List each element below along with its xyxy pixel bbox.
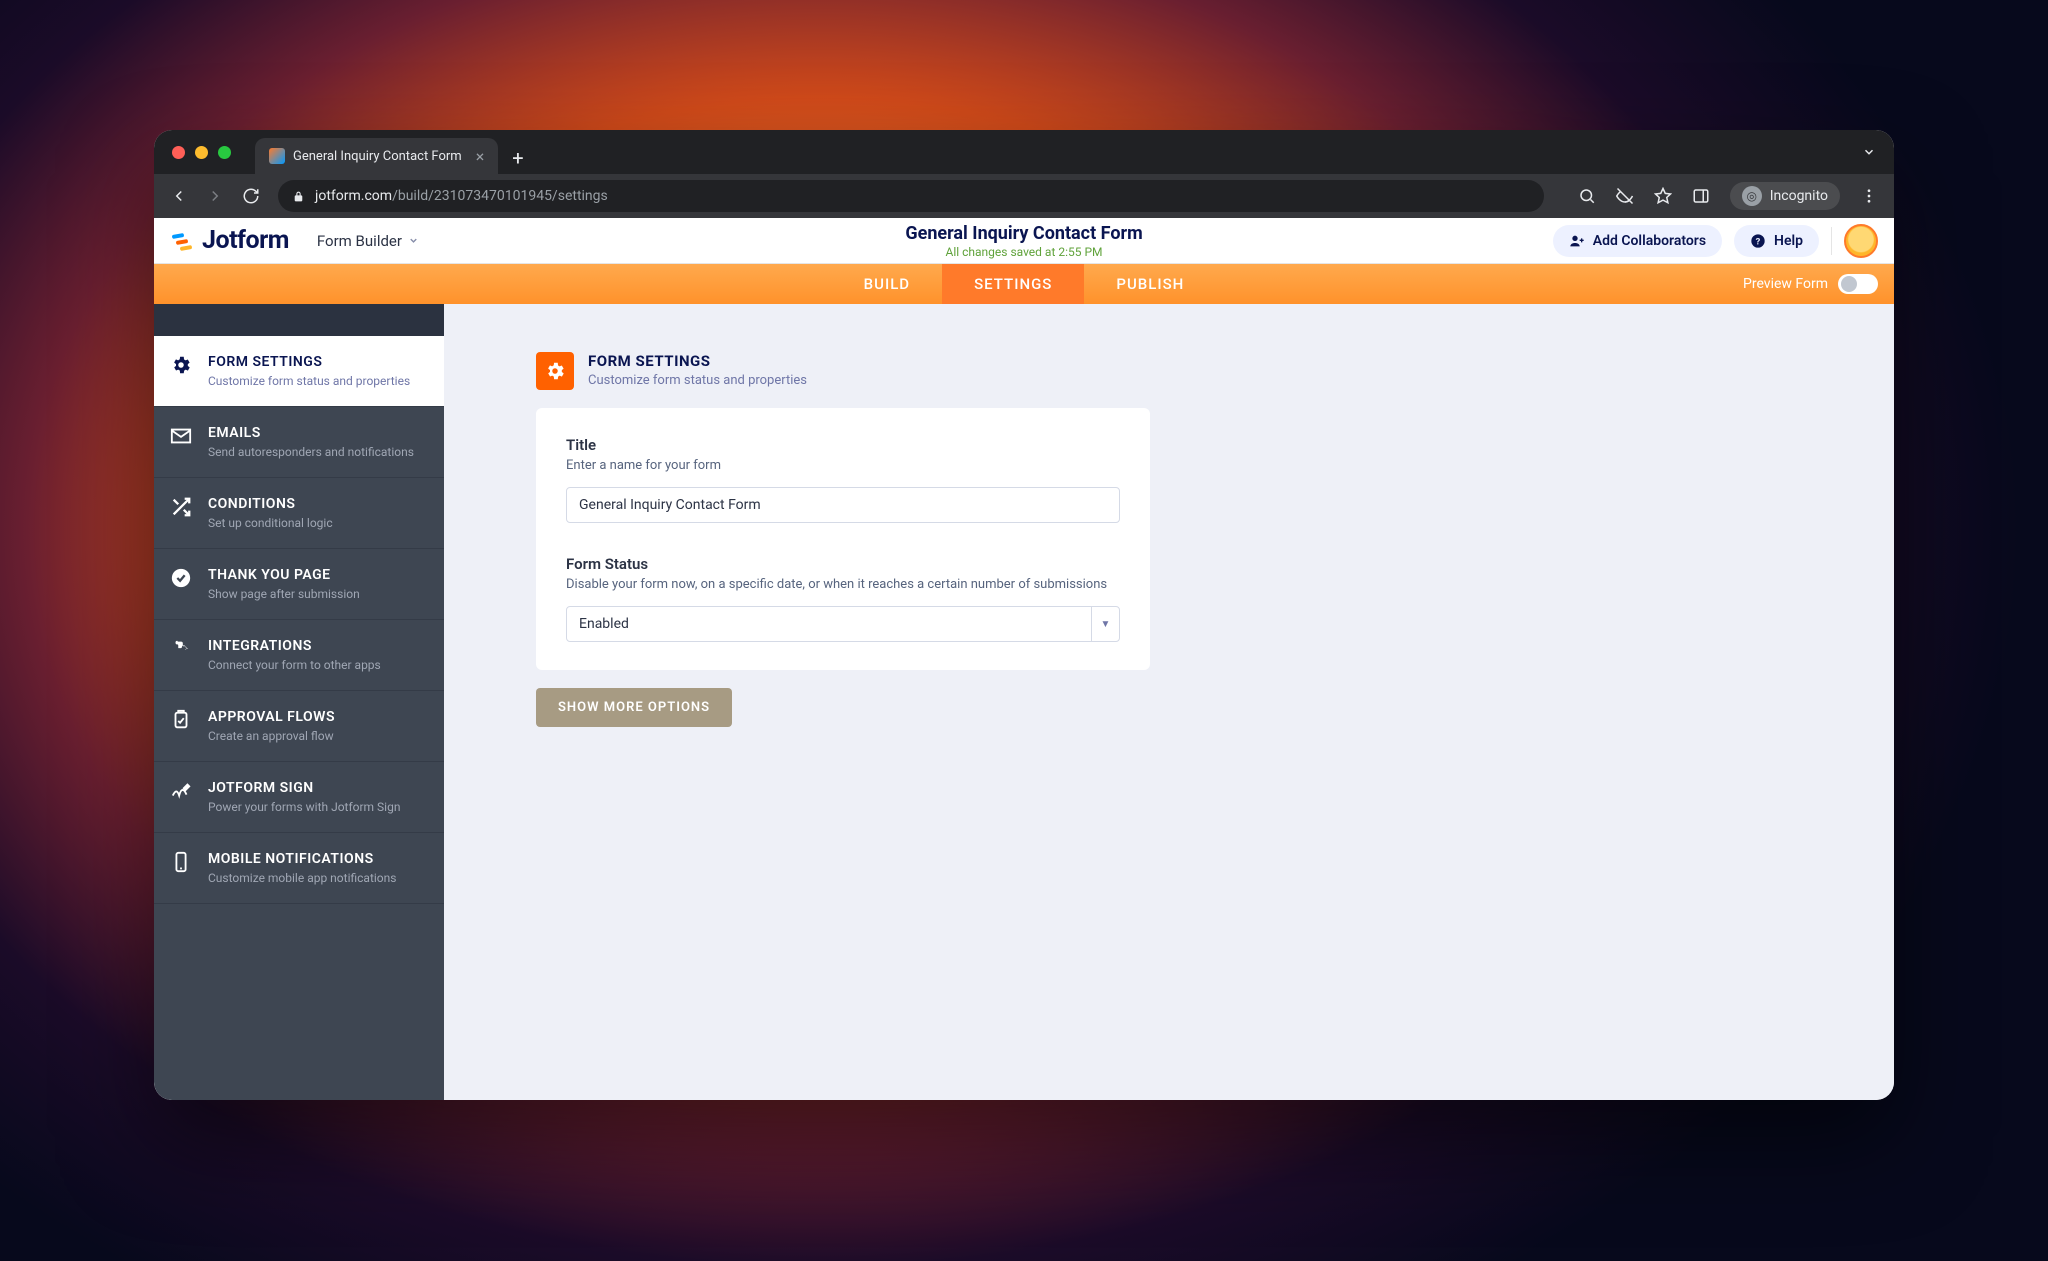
close-tab-icon[interactable]: × (476, 147, 485, 166)
mail-icon (170, 425, 192, 447)
preview-form-toggle[interactable] (1838, 274, 1878, 294)
url-text: jotform.com/build/231073470101945/settin… (315, 188, 608, 204)
browser-tab[interactable]: General Inquiry Contact Form × (255, 138, 498, 174)
tab-publish[interactable]: PUBLISH (1084, 264, 1216, 304)
mobile-icon (170, 851, 192, 873)
help-icon: ? (1750, 233, 1766, 249)
form-status-select[interactable]: Enabled ▼ (566, 606, 1120, 642)
sidebar-item-conditions[interactable]: CONDITIONSSet up conditional logic (154, 478, 444, 549)
browser-window: General Inquiry Contact Form × + jotform… (154, 130, 1894, 1100)
tab-build[interactable]: BUILD (832, 264, 942, 304)
new-tab-button[interactable]: + (512, 146, 523, 170)
settings-main: FORM SETTINGS Customize form status and … (444, 304, 1894, 1100)
user-avatar[interactable] (1844, 224, 1878, 258)
check-circle-icon (170, 567, 192, 589)
sidebar-item-emails[interactable]: EMAILSSend autoresponders and notificati… (154, 407, 444, 478)
title-help: Enter a name for your form (566, 458, 1120, 473)
logo-mark-icon (170, 229, 194, 253)
panel-title: FORM SETTINGS (588, 352, 807, 370)
window-controls (172, 146, 231, 159)
save-status: All changes saved at 2:55 PM (905, 245, 1142, 259)
status-label: Form Status (566, 555, 1120, 573)
sidebar-item-approval-flows[interactable]: APPROVAL FLOWSCreate an approval flow (154, 691, 444, 762)
chevron-down-icon (408, 235, 419, 246)
tabs-dropdown-icon[interactable] (1862, 145, 1876, 159)
form-builder-dropdown[interactable]: Form Builder (317, 232, 419, 250)
bookmark-star-icon[interactable] (1654, 187, 1672, 205)
jotform-logo[interactable]: Jotform (170, 226, 289, 255)
tab-settings[interactable]: SETTINGS (942, 264, 1084, 304)
preview-form-label: Preview Form (1743, 276, 1828, 292)
incognito-icon: ◎ (1742, 186, 1762, 206)
signature-icon (170, 780, 192, 802)
sidebar-item-form-settings[interactable]: FORM SETTINGSCustomize form status and p… (154, 336, 444, 407)
maximize-window-icon[interactable] (218, 146, 231, 159)
clipboard-check-icon (170, 709, 192, 731)
sidebar-item-jotform-sign[interactable]: JOTFORM SIGNPower your forms with Jotfor… (154, 762, 444, 833)
favicon-icon (269, 148, 285, 164)
panel-subtitle: Customize form status and properties (588, 373, 807, 388)
nav-back-button[interactable] (170, 187, 188, 205)
shuffle-icon (170, 496, 192, 518)
sidebar-item-mobile-notifications[interactable]: MOBILE NOTIFICATIONSCustomize mobile app… (154, 833, 444, 904)
gear-icon (170, 354, 192, 376)
form-title[interactable]: General Inquiry Contact Form (905, 223, 1142, 244)
address-bar[interactable]: jotform.com/build/231073470101945/settin… (278, 180, 1544, 212)
lock-icon (292, 190, 305, 203)
form-title-input[interactable] (566, 487, 1120, 523)
panel-icon[interactable] (1692, 187, 1710, 205)
browser-titlebar: General Inquiry Contact Form × + (154, 130, 1894, 174)
chevron-down-icon: ▼ (1091, 607, 1119, 641)
tab-title: General Inquiry Contact Form (293, 149, 462, 164)
sidebar-item-integrations[interactable]: INTEGRATIONSConnect your form to other a… (154, 620, 444, 691)
search-icon[interactable] (1578, 187, 1596, 205)
svg-text:?: ? (1756, 236, 1761, 247)
puzzle-icon (170, 638, 192, 660)
show-more-options-button[interactable]: SHOW MORE OPTIONS (536, 688, 732, 727)
nav-forward-button[interactable] (206, 187, 224, 205)
gear-icon (536, 352, 574, 390)
app-tabbar: BUILD SETTINGS PUBLISH Preview Form (154, 264, 1894, 304)
kebab-menu-icon[interactable] (1860, 187, 1878, 205)
settings-sidebar: FORM SETTINGSCustomize form status and p… (154, 304, 444, 1100)
eye-off-icon[interactable] (1616, 187, 1634, 205)
help-button[interactable]: ? Help (1734, 225, 1819, 257)
settings-card: Title Enter a name for your form Form St… (536, 408, 1150, 670)
title-label: Title (566, 436, 1120, 454)
browser-toolbar: jotform.com/build/231073470101945/settin… (154, 174, 1894, 218)
reload-button[interactable] (242, 187, 260, 205)
minimize-window-icon[interactable] (195, 146, 208, 159)
sidebar-item-thank-you[interactable]: THANK YOU PAGEShow page after submission (154, 549, 444, 620)
user-plus-icon (1569, 233, 1585, 249)
add-collaborators-button[interactable]: Add Collaborators (1553, 225, 1722, 257)
close-window-icon[interactable] (172, 146, 185, 159)
incognito-badge[interactable]: ◎ Incognito (1730, 182, 1840, 210)
status-help: Disable your form now, on a specific dat… (566, 577, 1120, 592)
app-header: Jotform Form Builder General Inquiry Con… (154, 218, 1894, 264)
